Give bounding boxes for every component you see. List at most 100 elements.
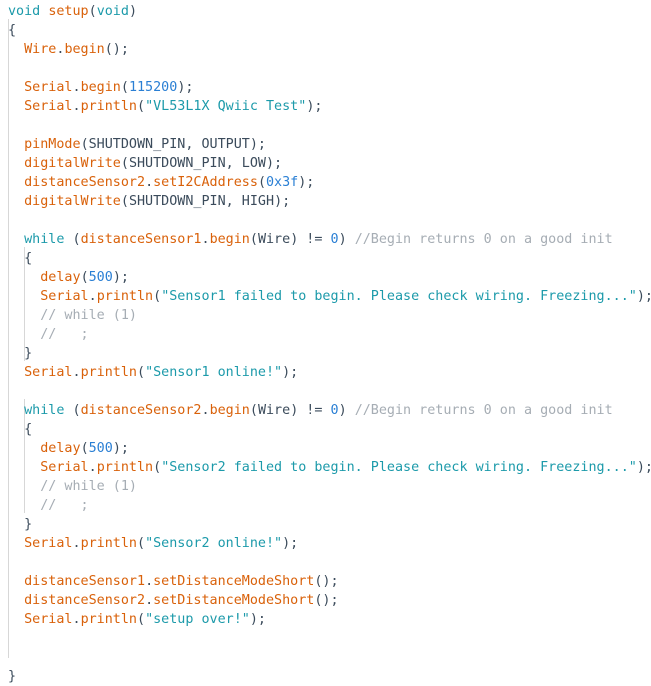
- code-line[interactable]: }: [8, 515, 651, 534]
- token-punct: .: [201, 403, 210, 418]
- token-punct: .: [72, 365, 81, 380]
- code-line[interactable]: distanceSensor1.setDistanceModeShort();: [8, 572, 651, 591]
- token-fn: Serial: [24, 365, 73, 380]
- token-punct: .: [88, 289, 97, 304]
- code-line[interactable]: {: [8, 420, 651, 439]
- code-line[interactable]: distanceSensor2.setI2CAddress(0x3f);: [8, 173, 651, 192]
- token-fn: Serial: [24, 80, 73, 95]
- code-line[interactable]: Serial.begin(115200);: [8, 78, 651, 97]
- code-line[interactable]: Serial.println("Sensor2 failed to begin.…: [8, 458, 651, 477]
- token-fn: digitalWrite: [24, 156, 121, 171]
- token-cmt: //Begin returns 0 on a good init: [354, 232, 613, 247]
- code-line[interactable]: while (distanceSensor1.begin(Wire) != 0)…: [8, 230, 651, 249]
- token-fn: distanceSensor2: [24, 175, 146, 190]
- token-num: 0x3f: [266, 175, 299, 190]
- token-fn: distanceSensor1: [24, 574, 146, 589]
- code-line[interactable]: [8, 382, 651, 401]
- token-fn: Serial: [24, 536, 73, 551]
- code-line[interactable]: // while (1): [8, 306, 651, 325]
- token-punct: .: [72, 536, 81, 551]
- token-punct: .: [72, 99, 81, 114]
- token-punct: (: [64, 403, 81, 418]
- token-fn: begin: [209, 403, 250, 418]
- code-line[interactable]: digitalWrite(SHUTDOWN_PIN, HIGH);: [8, 192, 651, 211]
- code-line[interactable]: Serial.println("setup over!");: [8, 610, 651, 629]
- token-punct: );: [249, 137, 266, 152]
- token-punct: (: [88, 4, 97, 19]
- code-line[interactable]: pinMode(SHUTDOWN_PIN, OUTPUT);: [8, 135, 651, 154]
- token-punct: (: [153, 460, 162, 475]
- token-punct: .: [145, 593, 154, 608]
- token-fn: setup: [48, 4, 89, 19]
- token-punct: ): [128, 4, 137, 19]
- token-punct: );: [112, 441, 129, 456]
- token-cmt: // while (1): [40, 308, 137, 323]
- token-kw: while: [24, 232, 65, 247]
- code-line[interactable]: // ;: [8, 496, 651, 515]
- code-line[interactable]: Serial.println("Sensor2 online!");: [8, 534, 651, 553]
- code-line[interactable]: {: [8, 249, 651, 268]
- code-line[interactable]: [8, 553, 651, 572]
- code-line[interactable]: // while (1): [8, 477, 651, 496]
- code-line[interactable]: digitalWrite(SHUTDOWN_PIN, LOW);: [8, 154, 651, 173]
- code-line[interactable]: delay(500);: [8, 439, 651, 458]
- code-line[interactable]: [8, 648, 651, 667]
- code-line[interactable]: [8, 629, 651, 648]
- code-line[interactable]: }: [8, 667, 651, 686]
- token-punct: (: [80, 137, 89, 152]
- code-line[interactable]: Serial.println("Sensor1 failed to begin.…: [8, 287, 651, 306]
- token-punct: );: [636, 460, 651, 475]
- token-punct: .: [72, 80, 81, 95]
- code-line[interactable]: Serial.println("VL53L1X Qwiic Test");: [8, 97, 651, 116]
- code-line[interactable]: void setup(void): [8, 2, 651, 21]
- token-str: "Sensor2 online!": [145, 536, 283, 551]
- token-punct: .: [201, 232, 210, 247]
- code-line[interactable]: {: [8, 21, 651, 40]
- token-num: 0: [330, 232, 339, 247]
- code-line[interactable]: [8, 59, 651, 78]
- token-punct: );: [112, 270, 129, 285]
- token-num: 500: [88, 441, 113, 456]
- token-fn: println: [80, 99, 137, 114]
- token-fn: distanceSensor2: [24, 593, 146, 608]
- code-editor-view[interactable]: void setup(void){ Wire.begin(); Serial.b…: [0, 0, 651, 684]
- token-punct: ): [338, 403, 355, 418]
- code-line[interactable]: [8, 211, 651, 230]
- token-str: "Sensor1 failed to begin. Please check w…: [161, 289, 637, 304]
- token-punct: (: [137, 536, 146, 551]
- code-line[interactable]: // ;: [8, 325, 651, 344]
- token-punct: (: [137, 612, 146, 627]
- code-line-list[interactable]: void setup(void){ Wire.begin(); Serial.b…: [0, 0, 651, 686]
- token-kw: void: [96, 4, 129, 19]
- token-punct: (: [80, 441, 89, 456]
- code-line[interactable]: Serial.println("Sensor1 online!");: [8, 363, 651, 382]
- code-line[interactable]: while (distanceSensor2.begin(Wire) != 0)…: [8, 401, 651, 420]
- token-fn: delay: [40, 270, 81, 285]
- token-brace: {: [24, 251, 33, 266]
- code-line[interactable]: Wire.begin();: [8, 40, 651, 59]
- token-brace: }: [24, 346, 33, 361]
- token-fn: Serial: [24, 99, 73, 114]
- token-num: 0: [330, 403, 339, 418]
- token-punct: (: [249, 232, 258, 247]
- code-line[interactable]: distanceSensor2.setDistanceModeShort();: [8, 591, 651, 610]
- code-line[interactable]: [8, 116, 651, 135]
- token-fn: println: [96, 460, 154, 475]
- token-punct: (: [137, 365, 146, 380]
- code-line[interactable]: delay(500);: [8, 268, 651, 287]
- token-punct: (: [153, 289, 162, 304]
- token-punct: (: [80, 270, 89, 285]
- token-id: Wire: [257, 232, 291, 247]
- code-line[interactable]: }: [8, 344, 651, 363]
